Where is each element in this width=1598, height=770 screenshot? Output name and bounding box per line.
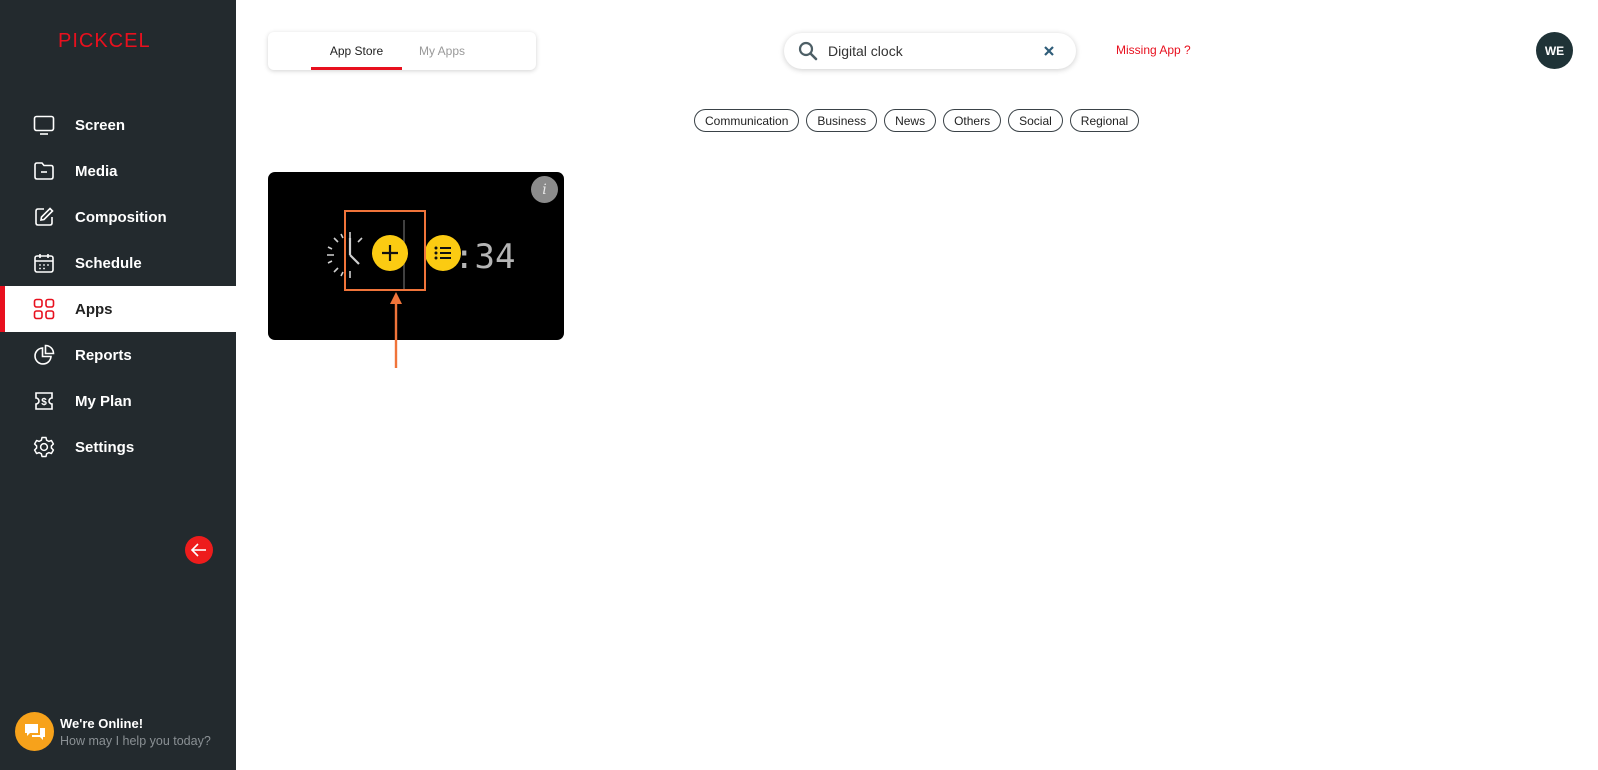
sidebar-item-label: Apps — [75, 300, 113, 318]
missing-app-link[interactable]: Missing App ? — [1116, 43, 1191, 57]
chat-icon[interactable] — [15, 712, 54, 751]
svg-text:$: $ — [41, 397, 47, 408]
sidebar-item-settings[interactable]: Settings — [0, 424, 236, 470]
category-chip-communication[interactable]: Communication — [694, 109, 800, 132]
arrow-up-icon — [390, 292, 402, 368]
category-chip-others[interactable]: Others — [943, 109, 1002, 132]
search-icon — [798, 41, 818, 66]
sidebar-item-label: Reports — [75, 346, 132, 364]
clock-time-text: :34 — [454, 237, 515, 277]
avatar[interactable]: WE — [1536, 32, 1573, 69]
pie-chart-icon — [33, 344, 55, 366]
list-icon — [434, 246, 451, 260]
sidebar-item-reports[interactable]: Reports — [0, 332, 236, 378]
tab-app-store[interactable]: App Store — [311, 32, 402, 70]
app-tabs: App Store My Apps — [268, 32, 536, 70]
edit-icon — [33, 206, 55, 228]
chat-title: We're Online! — [60, 715, 144, 731]
sidebar-item-label: Schedule — [75, 254, 142, 272]
chat-subtitle: How may I help you today? — [60, 733, 211, 748]
live-chat-widget[interactable]: We're Online! How may I help you today? — [15, 712, 211, 751]
category-chip-business[interactable]: Business — [806, 109, 878, 132]
highlight-box — [344, 210, 426, 291]
sidebar-item-label: Composition — [75, 208, 167, 226]
sidebar-item-label: Media — [75, 162, 118, 180]
sidebar-item-label: Screen — [75, 116, 126, 134]
sidebar-item-schedule[interactable]: Schedule — [0, 240, 236, 286]
sidebar-item-screen[interactable]: Screen — [0, 102, 236, 148]
search-input[interactable] — [828, 41, 1028, 61]
category-filters: Communication Business News Others Socia… — [694, 109, 1146, 132]
folder-icon — [33, 160, 55, 182]
apps-grid-icon — [33, 298, 55, 320]
pickcel-logo[interactable]: PICKCEL — [58, 28, 180, 52]
collapse-sidebar-button[interactable] — [185, 536, 213, 564]
category-chip-news[interactable]: News — [884, 109, 937, 132]
info-icon[interactable]: i — [531, 176, 558, 203]
sidebar-item-composition[interactable]: Composition — [0, 194, 236, 240]
search-bar — [784, 33, 1076, 69]
monitor-icon — [33, 114, 55, 136]
view-app-details-button[interactable] — [425, 235, 461, 271]
category-chip-social[interactable]: Social — [1008, 109, 1063, 132]
tab-my-apps[interactable]: My Apps — [408, 32, 476, 70]
sidebar-item-my-plan[interactable]: $ My Plan — [0, 378, 236, 424]
calendar-icon — [33, 252, 55, 274]
sidebar-item-label: My Plan — [75, 392, 132, 410]
gear-icon — [33, 436, 55, 458]
sidebar-item-media[interactable]: Media — [0, 148, 236, 194]
dollar-icon: $ — [33, 390, 55, 412]
sidebar-nav: Screen Media Composition Schedule Apps R… — [0, 102, 236, 470]
arrow-left-icon — [190, 543, 206, 557]
category-chip-regional[interactable]: Regional — [1069, 109, 1140, 132]
clear-search-icon[interactable] — [1040, 42, 1058, 60]
sidebar-item-apps[interactable]: Apps — [0, 286, 236, 332]
svg-text:PICKCEL: PICKCEL — [58, 30, 151, 52]
sidebar: PICKCEL Screen Media Composition Schedul… — [0, 0, 236, 770]
sidebar-item-label: Settings — [75, 438, 135, 456]
